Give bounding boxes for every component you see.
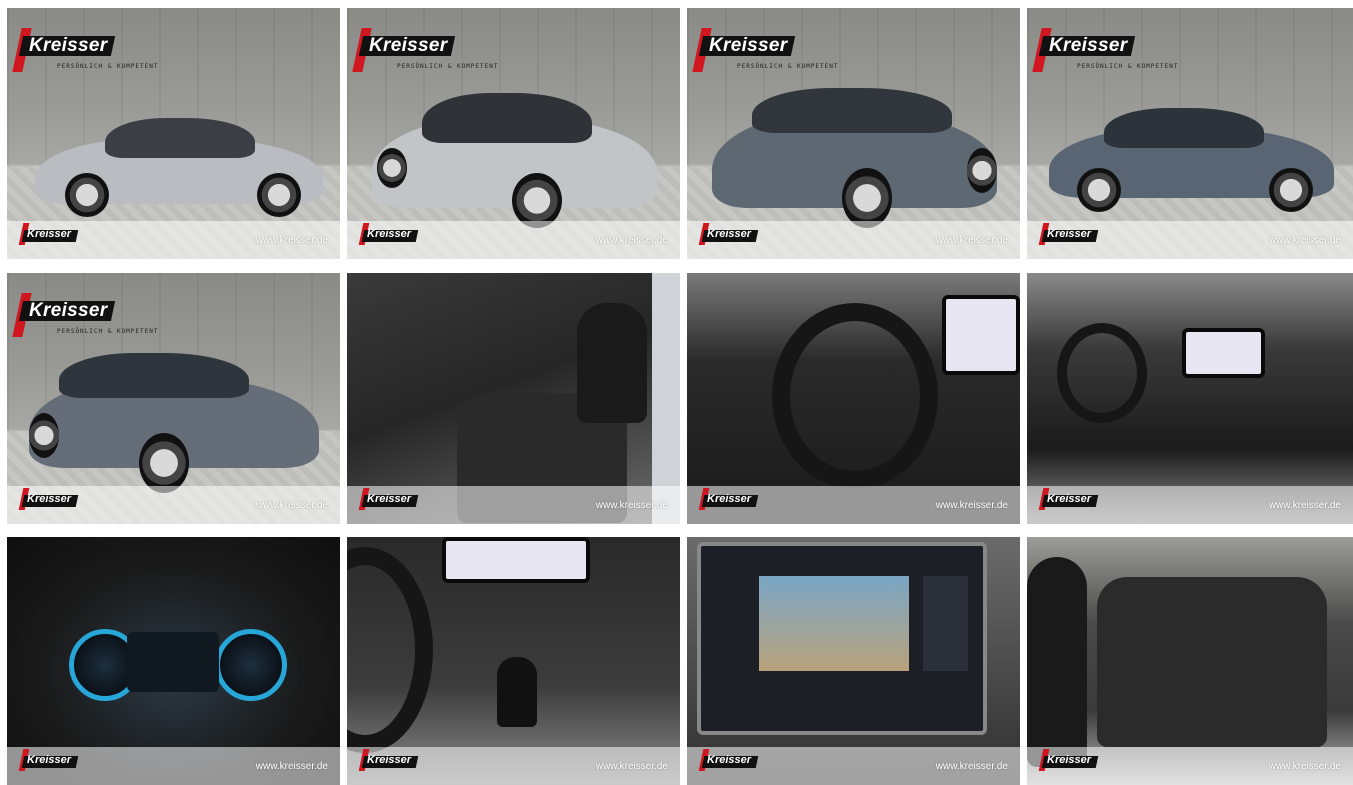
website-watermark: www.kreisser.de (255, 235, 328, 246)
car-image (35, 118, 325, 228)
website-watermark: www.kreisser.de (595, 500, 668, 511)
kreisser-logo-small: Kreisser (1038, 223, 1099, 245)
kreisser-logo-small: Kreisser (18, 749, 79, 771)
brand-slogan: PERSÖNLICH & KOMPETENT (1077, 63, 1179, 70)
gallery-tile-interior-front-seats[interactable]: Kreisser www.kreisser.de (347, 273, 680, 524)
brand-slogan: PERSÖNLICH & KOMPETENT (57, 328, 159, 335)
car-image (1049, 108, 1339, 223)
website-watermark: www.kreisser.de (255, 761, 328, 772)
rear-bench-image (1097, 577, 1327, 747)
gallery-tile-infotainment-rear-camera[interactable]: Kreisser www.kreisser.de (687, 537, 1020, 785)
kreisser-logo-small: Kreisser (358, 223, 419, 245)
website-watermark: www.kreisser.de (255, 500, 328, 511)
website-watermark: www.kreisser.de (1268, 761, 1341, 772)
steering-wheel-image (1057, 323, 1147, 423)
website-watermark: www.kreisser.de (1268, 500, 1341, 511)
gallery-tile-exterior-side-right[interactable]: Kreisser PERSÖNLICH & KOMPETENT Kreisser… (1027, 8, 1353, 259)
infotainment-screen-image (942, 295, 1020, 375)
gallery-tile-exterior-front-left[interactable]: Kreisser PERSÖNLICH & KOMPETENT Kreisser… (7, 273, 340, 524)
photo-gallery: Kreisser PERSÖNLICH & KOMPETENT Kreisser… (0, 0, 1353, 785)
kreisser-logo-small: Kreisser (698, 488, 759, 510)
gear-shifter-image (497, 657, 537, 727)
kreisser-logo-small: Kreisser (18, 488, 79, 510)
gallery-tile-interior-rear-seats[interactable]: Kreisser www.kreisser.de (1027, 537, 1353, 785)
website-watermark: www.kreisser.de (935, 761, 1008, 772)
website-watermark: www.kreisser.de (935, 500, 1008, 511)
brand-slogan: PERSÖNLICH & KOMPETENT (737, 63, 839, 70)
kreisser-logo-small: Kreisser (358, 749, 419, 771)
right-gauge-image (215, 629, 287, 701)
car-image (712, 83, 1002, 238)
kreisser-logo-small: Kreisser (1038, 749, 1099, 771)
gallery-tile-digital-cockpit[interactable]: Kreisser www.kreisser.de (7, 537, 340, 785)
kreisser-logo-small: Kreisser (1038, 488, 1099, 510)
website-watermark: www.kreisser.de (935, 235, 1008, 246)
kreisser-logo-small: Kreisser (18, 223, 79, 245)
website-watermark: www.kreisser.de (595, 761, 668, 772)
brand-slogan: PERSÖNLICH & KOMPETENT (397, 63, 499, 70)
kreisser-logo-small: Kreisser (698, 749, 759, 771)
gallery-tile-exterior-rear-right[interactable]: Kreisser PERSÖNLICH & KOMPETENT Kreisser… (687, 8, 1020, 259)
gallery-tile-interior-dashboard[interactable]: Kreisser www.kreisser.de (1027, 273, 1353, 524)
car-image (29, 348, 329, 508)
brand-slogan: PERSÖNLICH & KOMPETENT (57, 63, 159, 70)
gallery-tile-exterior-side-left[interactable]: Kreisser PERSÖNLICH & KOMPETENT Kreisser… (7, 8, 340, 259)
website-watermark: www.kreisser.de (595, 235, 668, 246)
kreisser-logo-small: Kreisser (698, 223, 759, 245)
infotainment-screen-image (1182, 328, 1265, 378)
cockpit-display-image (127, 632, 219, 692)
gallery-tile-interior-steering-wheel[interactable]: Kreisser www.kreisser.de (687, 273, 1020, 524)
passenger-seat-image (577, 303, 647, 423)
front-seat-back-image (1027, 557, 1087, 767)
kreisser-logo-small: Kreisser (358, 488, 419, 510)
website-watermark: www.kreisser.de (1268, 235, 1341, 246)
gallery-tile-exterior-rear-left[interactable]: Kreisser PERSÖNLICH & KOMPETENT Kreisser… (347, 8, 680, 259)
infotainment-screen-image (697, 542, 987, 735)
parking-sensor-view (923, 576, 968, 671)
infotainment-screen-image (442, 537, 590, 583)
gallery-tile-center-console[interactable]: Kreisser www.kreisser.de (347, 537, 680, 785)
steering-wheel-image (772, 303, 938, 489)
car-image (372, 88, 662, 238)
rear-camera-view (759, 576, 909, 671)
